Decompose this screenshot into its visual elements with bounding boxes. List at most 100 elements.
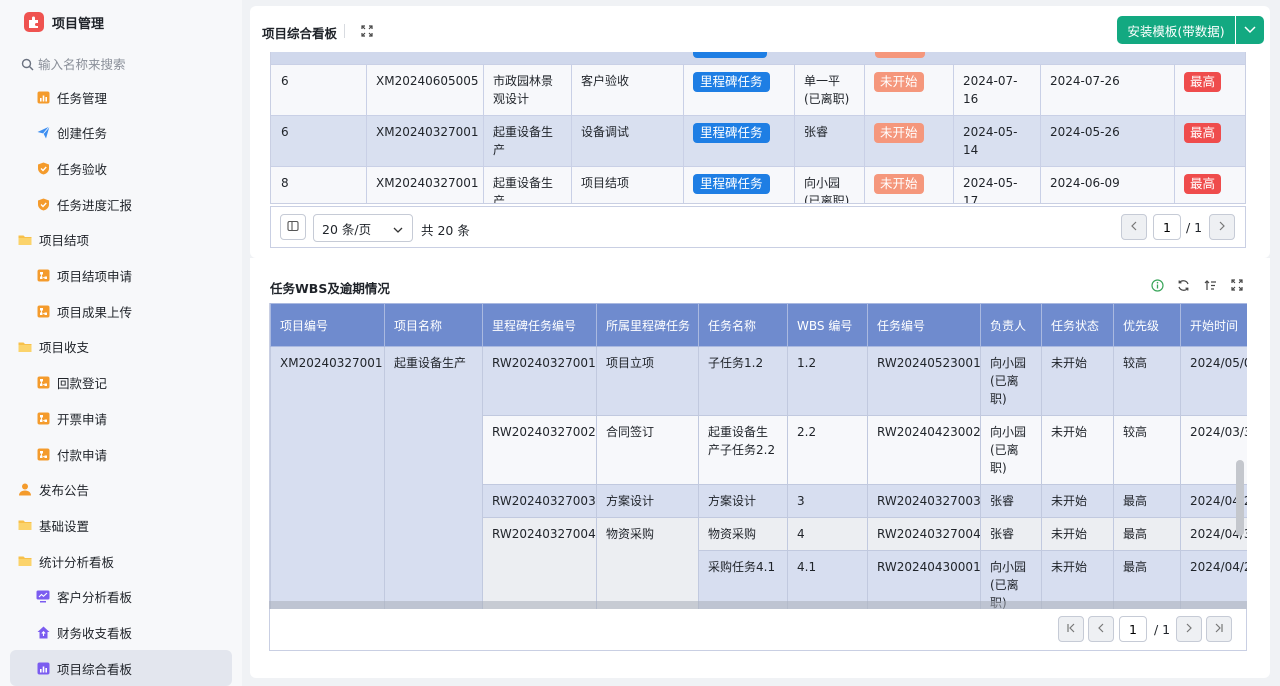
sidebar-item[interactable]: 回款登记	[10, 365, 232, 401]
column-header[interactable]: 项目编号	[270, 303, 385, 347]
horizontal-scrollbar[interactable]	[269, 601, 1247, 609]
sidebar-item[interactable]: 任务验收	[10, 150, 232, 186]
table-cell-wbs: 3	[787, 484, 868, 518]
code-text: XM20240605005	[376, 74, 479, 88]
info-icon[interactable]	[1150, 278, 1164, 292]
vertical-scrollbar[interactable]	[1236, 460, 1244, 536]
page-input[interactable]	[1119, 616, 1147, 642]
install-template-button[interactable]: 安装模板(带数据)	[1117, 16, 1235, 44]
table-cell-end: 2024-05-26	[1040, 115, 1175, 167]
status-tag: 未开始	[874, 123, 924, 143]
table-cell-project-code: XM20240327001	[270, 346, 385, 609]
table-cell-wbs: 2.2	[787, 415, 868, 485]
sidebar-item[interactable]: 统计分析看板	[10, 543, 232, 579]
table-cell-ms-name: 方案设计	[596, 484, 699, 518]
sidebar-item[interactable]: 项目综合看板	[10, 650, 232, 686]
table-cell-owner: 单一平(已离职)	[794, 64, 865, 116]
table-row[interactable]: 6 XM20240327001 起重设备生产 设备调试 里程碑任务 张睿 未开始 2024-0…	[271, 115, 1245, 167]
table-cell-status: 未开始	[1041, 346, 1114, 416]
column-settings-button[interactable]	[280, 214, 306, 240]
ms-name-text: 方案设计	[606, 494, 655, 508]
sidebar-item[interactable]: 财务收支看板	[10, 615, 232, 651]
table-cell-milestone: 项目结项	[571, 166, 684, 203]
sidebar-item[interactable]: 开票申请	[10, 400, 232, 436]
table-cell-status: 未开始	[864, 64, 954, 116]
sidebar-item[interactable]: 项目收支	[10, 329, 232, 365]
no-text: 6	[281, 74, 289, 88]
fullscreen-icon[interactable]	[1230, 278, 1244, 292]
table-cell-task: 起重设备生产子任务2.2	[698, 415, 788, 485]
sidebar-item[interactable]: 项目结项	[10, 222, 232, 258]
table-row[interactable]: 6 XM20240605005 市政园林景观设计 客户验收 里程碑任务 单一平(已离职) 未…	[271, 64, 1245, 116]
sidebar-item[interactable]: 付款申请	[10, 436, 232, 472]
column-header[interactable]: 项目名称	[384, 303, 483, 347]
install-dropdown-button[interactable]	[1236, 16, 1264, 44]
table-row[interactable]: 8 XM20240327001 起重设备生产 项目结项 里程碑任务 向小园(已离职) 未开始…	[271, 166, 1245, 204]
sidebar-item[interactable]: 项目结项申请	[10, 258, 232, 294]
page-total: / 1	[1186, 220, 1203, 235]
page-input[interactable]	[1153, 214, 1181, 240]
app-title: 项目管理	[52, 16, 105, 32]
column-header[interactable]: 优先级	[1113, 303, 1181, 347]
table-cell-ms-code: RW20240327001	[482, 346, 597, 416]
page-size-select[interactable]: 20 条/页	[313, 214, 413, 242]
table-cell-owner: 向小园(已离职)	[980, 346, 1042, 416]
search-input[interactable]	[38, 56, 208, 72]
sidebar-item-label: 项目收支	[39, 340, 90, 356]
ms-code-text: RW20240327001	[492, 356, 596, 370]
next-page-button[interactable]	[1209, 214, 1235, 240]
wbs-overdue-card: 任务WBS及逾期情况 项目编号 项目名称 里程碑任务编号 所属里程碑任务 任务名称 WBS…	[260, 268, 1256, 660]
table-cell-ms-code: RW20240327004	[482, 517, 597, 609]
column-header[interactable]: 开始时间	[1180, 303, 1247, 347]
sort-icon[interactable]	[1203, 278, 1217, 292]
next-page-button[interactable]	[1176, 616, 1202, 642]
end-text: 2024-07-26	[1050, 74, 1120, 88]
prev-page-button[interactable]	[1088, 616, 1114, 642]
table-cell-owner: 向小园(已离职)	[980, 415, 1042, 485]
chevron-double-left-icon	[1066, 622, 1076, 636]
table-cell-project: 起重设备生产	[483, 115, 572, 167]
milestone-text: 项目结项	[581, 176, 630, 190]
sidebar-search[interactable]	[20, 54, 220, 74]
table-cell-wbs: 1.2	[787, 346, 868, 416]
table-row[interactable]: XM20240327001 起重设备生产 RW20240327001 项目立项 子任务1…	[270, 346, 1247, 609]
column-header[interactable]: 负责人	[980, 303, 1042, 347]
last-page-button[interactable]	[1206, 616, 1232, 642]
no-text: 6	[281, 125, 289, 139]
owner-text: 向小园(已离职)	[804, 176, 850, 204]
fullscreen-icon[interactable]	[360, 24, 374, 38]
column-header[interactable]: 任务名称	[698, 303, 788, 347]
owner-text: 单一平(已离职)	[804, 74, 850, 106]
column-header[interactable]: WBS 编号	[787, 303, 868, 347]
table-cell-no: 8	[271, 166, 367, 203]
sidebar-item[interactable]: 任务管理	[10, 79, 232, 115]
column-header[interactable]: 任务编号	[867, 303, 981, 347]
sidebar-item-label: 项目综合看板	[57, 661, 133, 677]
first-page-button[interactable]	[1058, 616, 1084, 642]
milestone-table-body: 6 XM20240605005 市政园林景观设计 客户验收 里程碑任务 单一平(已离职) 未…	[271, 64, 1245, 204]
prev-page-button[interactable]	[1121, 214, 1147, 240]
sidebar-item-label: 回款登记	[57, 376, 108, 392]
end-text: 2024-05-26	[1050, 125, 1120, 139]
column-header[interactable]: 任务状态	[1041, 303, 1114, 347]
column-header[interactable]: 所属里程碑任务	[596, 303, 699, 347]
table-cell-task_code: RW20240423002	[867, 415, 981, 485]
sidebar-item[interactable]: 发布公告	[10, 472, 232, 508]
sidebar-item[interactable]: 项目成果上传	[10, 293, 232, 329]
table-cell-priority: 最高	[1174, 64, 1245, 116]
project-text: 起重设备生产	[493, 176, 554, 204]
table-cell-status: 未开始	[1041, 517, 1114, 551]
column-header[interactable]: 里程碑任务编号	[482, 303, 597, 347]
sidebar-item-label: 发布公告	[39, 483, 90, 499]
brand: 项目管理	[24, 10, 104, 34]
monitor-chart-icon	[36, 590, 50, 604]
sidebar-item[interactable]: 任务进度汇报	[10, 186, 232, 222]
table-cell-ms-code: RW20240327002	[482, 415, 597, 485]
project-text: 起重设备生产	[493, 125, 554, 157]
sidebar: 项目管理 任务管理创建任务任务验收任务进度汇报项目结项项目结项申请项目成果上传项…	[0, 0, 242, 686]
refresh-icon[interactable]	[1176, 278, 1190, 292]
bottom-pagination: / 1	[269, 609, 1247, 651]
sidebar-item[interactable]: 基础设置	[10, 507, 232, 543]
sidebar-item[interactable]: 创建任务	[10, 115, 232, 151]
sidebar-item[interactable]: 客户分析看板	[10, 579, 232, 615]
